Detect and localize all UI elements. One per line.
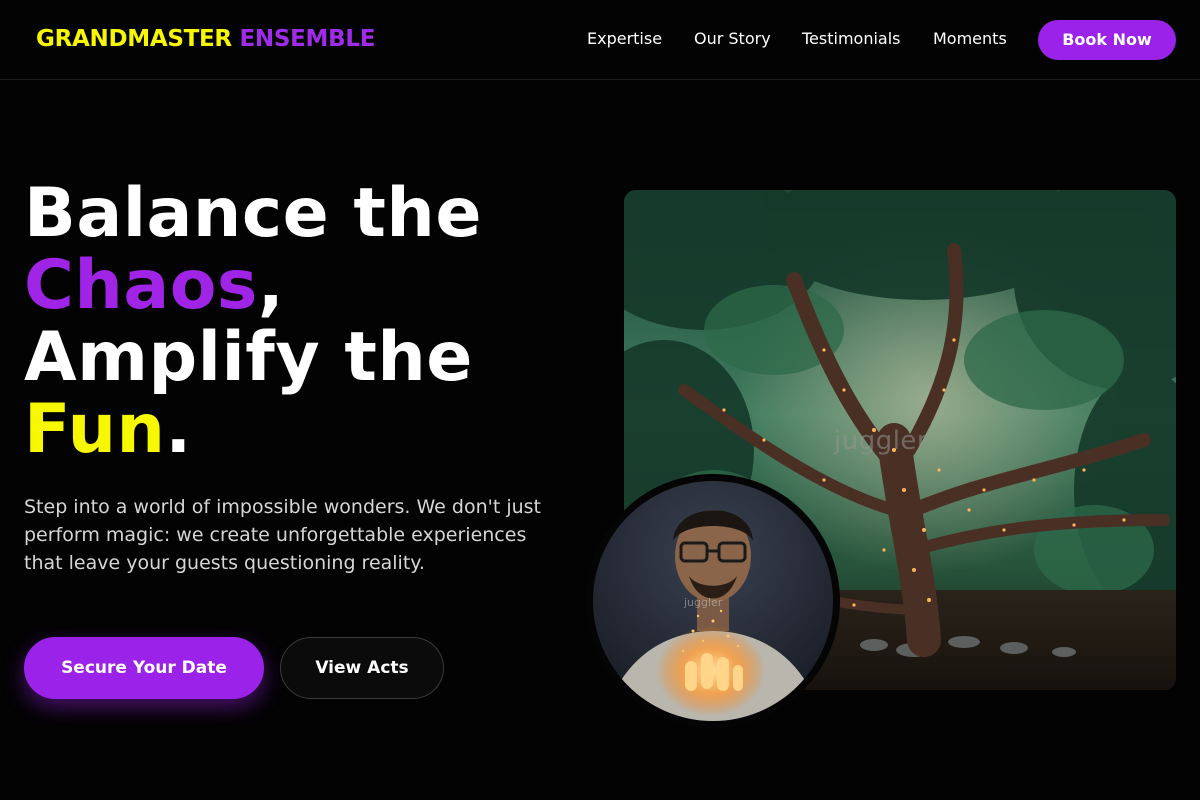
book-now-button[interactable]: Book Now xyxy=(1038,20,1176,60)
hero-title: Balance the Chaos, Amplify the Fun. xyxy=(24,178,584,466)
hero-title-chaos: Chaos xyxy=(24,246,258,325)
secure-your-date-button[interactable]: Secure Your Date xyxy=(24,637,264,699)
site-header: GRANDMASTER ENSEMBLE Expertise Our Story… xyxy=(0,0,1200,80)
hero-subtitle: Step into a world of impossible wonders.… xyxy=(24,496,541,574)
nav-link-moments[interactable]: Moments xyxy=(933,28,1007,50)
avatar-watermark: juggler xyxy=(684,596,723,609)
nav-link-our-story[interactable]: Our Story xyxy=(694,28,771,50)
hero-title-line-2: Chaos, xyxy=(24,250,584,322)
hero-title-fun: Fun xyxy=(24,390,166,469)
logo-word-ensemble: ENSEMBLE xyxy=(239,26,376,52)
hero-title-line-4: Fun. xyxy=(24,394,584,466)
view-acts-button[interactable]: View Acts xyxy=(280,637,444,699)
nav-link-expertise[interactable]: Expertise xyxy=(587,28,662,50)
logo-word-grandmaster: GRANDMASTER xyxy=(36,26,232,52)
hero-title-line-3: Amplify the xyxy=(24,318,473,397)
hero-title-comma: , xyxy=(257,246,285,325)
hero-title-line-1: Balance the xyxy=(24,174,482,253)
nav-link-testimonials[interactable]: Testimonials xyxy=(802,28,901,50)
hero-title-period: . xyxy=(165,390,192,469)
image-watermark: juggler xyxy=(834,426,929,456)
performer-avatar: juggler xyxy=(586,474,840,728)
brand-logo[interactable]: GRANDMASTER ENSEMBLE xyxy=(36,24,375,54)
